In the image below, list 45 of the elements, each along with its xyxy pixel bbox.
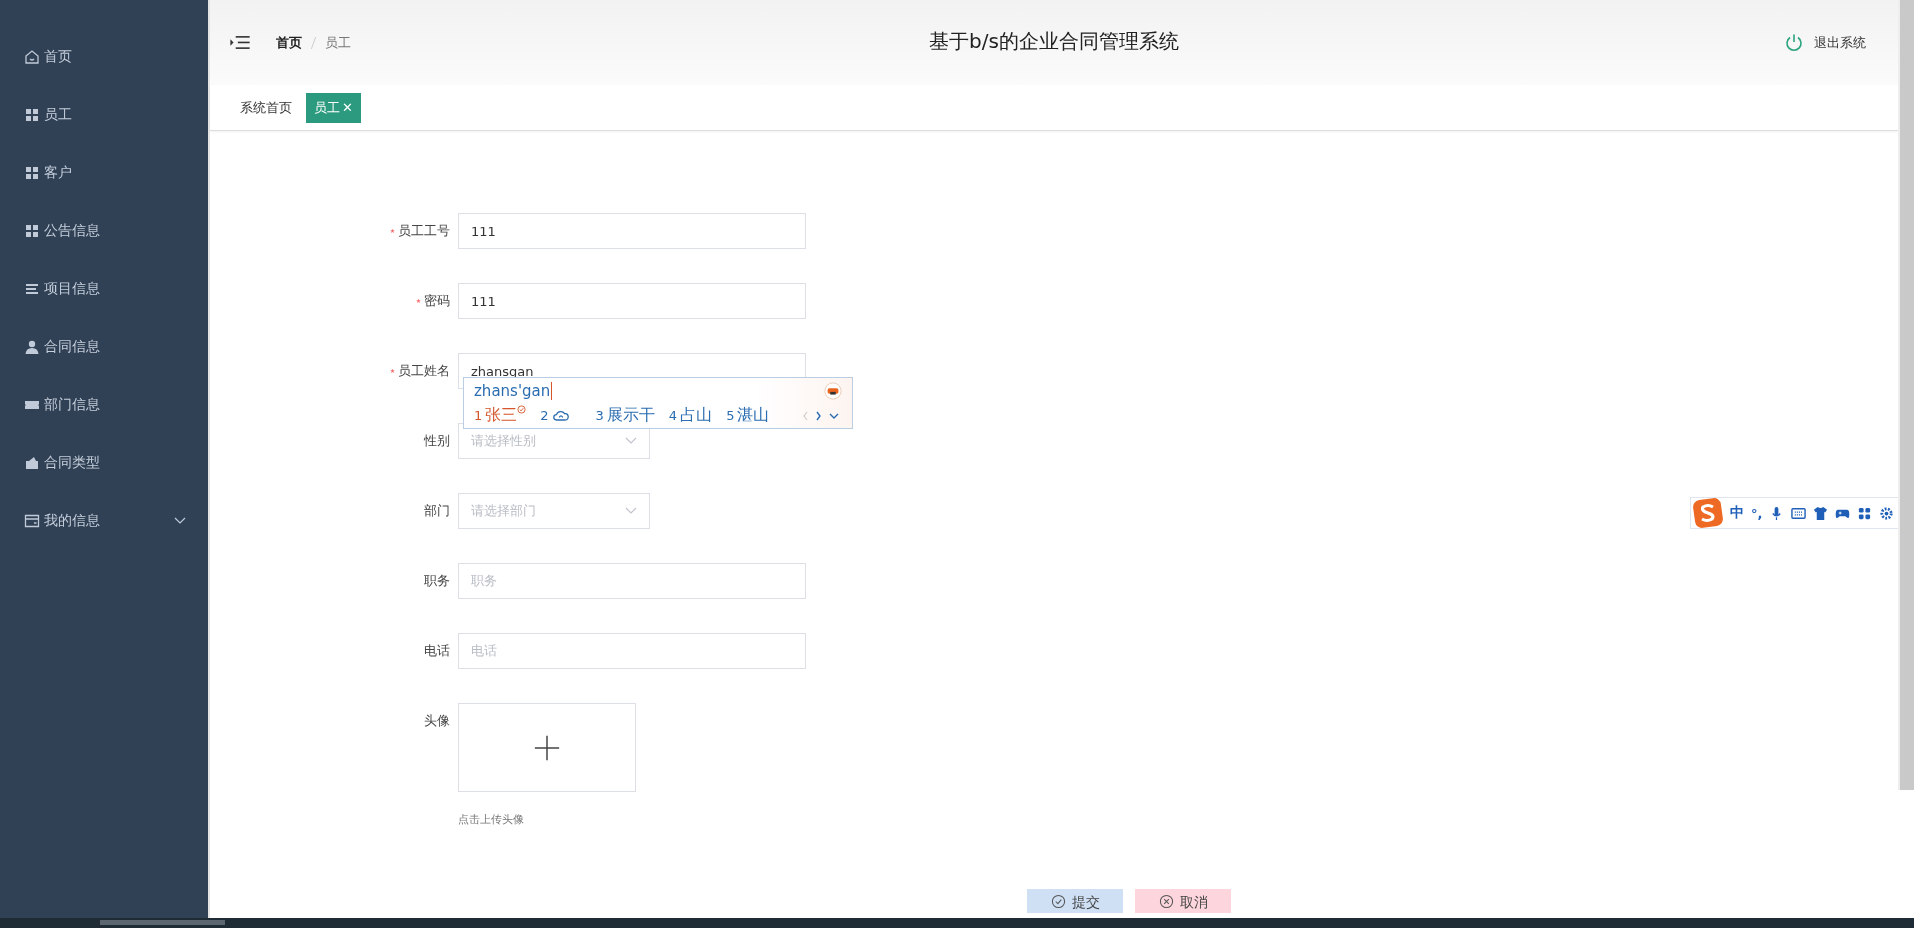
sidebar-item[interactable]: 合同信息: [0, 318, 208, 376]
sidebar-label: 员工: [44, 106, 73, 124]
field-label: 部门: [424, 502, 450, 520]
sidebar-label: 客户: [44, 164, 73, 182]
breadcrumb-item[interactable]: 首页: [276, 33, 302, 52]
sidebar-item[interactable]: 项目信息: [0, 260, 208, 318]
input-field[interactable]: 111: [458, 213, 806, 249]
sidebar-label: 公告信息: [44, 222, 101, 240]
input-field[interactable]: 111: [458, 283, 806, 319]
field-label: 员工工号: [398, 222, 450, 240]
ime-candidate[interactable]: 5 湛山: [726, 405, 770, 426]
sidebar-label: 我的信息: [44, 512, 101, 530]
sidebar-label: 合同信息: [44, 338, 101, 356]
sidebar-item[interactable]: 部门信息: [0, 376, 208, 434]
field-label: 职务: [424, 572, 450, 590]
ime-candidate[interactable]: 1 张三: [474, 405, 527, 426]
logout-button[interactable]: 退出系统: [1784, 32, 1866, 53]
ime-punctuation[interactable]: °,: [1751, 505, 1763, 521]
sidebar-item[interactable]: 我的信息: [0, 492, 208, 550]
sidebar-item[interactable]: 合同类型: [0, 434, 208, 492]
ime-composition: zhans'gan: [474, 382, 553, 400]
upload-hint: 点击上传头像: [458, 812, 525, 827]
tab[interactable]: 员工✕: [306, 92, 361, 123]
page-title: 基于b/s的企业合同管理系统: [929, 28, 1179, 55]
submit-button[interactable]: 提交: [1027, 889, 1123, 913]
field-label: 密码: [424, 292, 450, 310]
field-label: 头像: [424, 712, 450, 730]
sidebar-item[interactable]: 员工: [0, 86, 208, 144]
sidebar-item[interactable]: 公告信息: [0, 202, 208, 260]
sidebar-label: 部门信息: [44, 396, 101, 414]
ime-candidate[interactable]: 3 展示干: [595, 405, 655, 426]
ime-candidate[interactable]: 4 占山: [668, 405, 713, 426]
ime-candidate[interactable]: 2: [540, 408, 582, 423]
breadcrumb-item: 员工: [325, 33, 351, 52]
tab[interactable]: 系统首页: [232, 92, 300, 123]
field-label: 性别: [424, 432, 450, 450]
sidebar-item[interactable]: 首页: [0, 28, 208, 86]
cancel-button[interactable]: 取消: [1135, 889, 1231, 913]
sidebar-item[interactable]: 客户: [0, 144, 208, 202]
field-label: 员工姓名: [398, 362, 450, 380]
ime-mode[interactable]: 中: [1730, 504, 1744, 522]
field-label: 电话: [424, 642, 450, 660]
sidebar-label: 项目信息: [44, 280, 101, 298]
sidebar-label: 合同类型: [44, 454, 101, 472]
sidebar-label: 首页: [44, 48, 73, 66]
